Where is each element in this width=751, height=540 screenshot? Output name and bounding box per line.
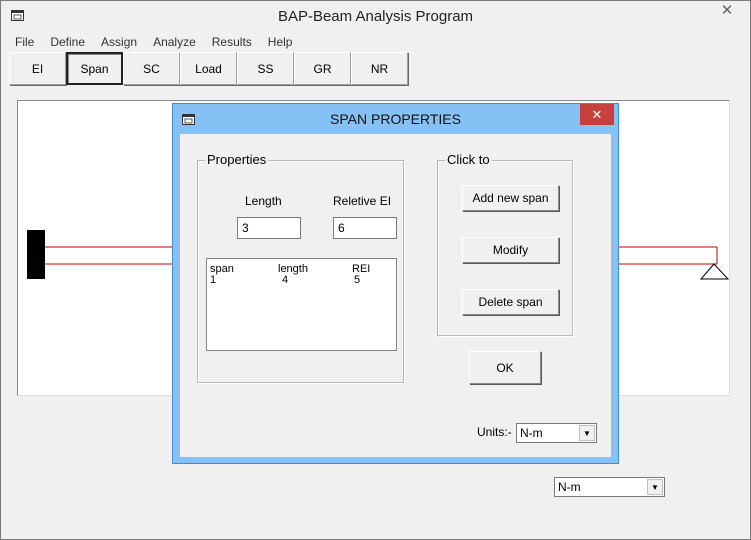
list-cell-rei: 5	[354, 274, 361, 286]
window-title: BAP-Beam Analysis Program	[277, 8, 474, 25]
dialog-title-bar: SPAN PROPERTIES ✕	[173, 104, 618, 134]
toolbar: EI Span SC Load SS GR NR	[9, 52, 408, 85]
fixed-support	[27, 230, 45, 279]
add-new-span-button[interactable]: Add new span	[462, 185, 559, 211]
main-units-value: N-m	[558, 480, 581, 494]
menu-file[interactable]: File	[5, 34, 40, 52]
relative-ei-label: Reletive EI	[333, 194, 392, 208]
list-item[interactable]: 1 4 5	[207, 274, 396, 286]
dialog-units-select[interactable]: N-m ▼	[516, 423, 597, 443]
length-label: Length	[245, 194, 282, 208]
span-properties-dialog: SPAN PROPERTIES ✕ Properties Length Rele…	[172, 103, 619, 464]
modify-button[interactable]: Modify	[462, 237, 559, 263]
menu-bar: File Define Assign Analyze Results Help	[5, 34, 298, 52]
dialog-units-value: N-m	[520, 426, 543, 440]
menu-results[interactable]: Results	[202, 34, 258, 52]
relative-ei-input[interactable]: 6	[333, 217, 397, 239]
dialog-body: Properties Length Reletive EI 3 6 span l…	[180, 134, 611, 457]
title-bar: BAP-Beam Analysis Program ✕	[1, 1, 750, 32]
toolbar-span-button[interactable]: Span	[66, 52, 123, 85]
dialog-close-button[interactable]: ✕	[580, 104, 614, 125]
ok-button[interactable]: OK	[469, 351, 541, 384]
chevron-down-icon[interactable]: ▼	[647, 479, 663, 495]
delete-span-button[interactable]: Delete span	[462, 289, 559, 315]
click-to-group-title: Click to	[445, 152, 492, 167]
toolbar-ss-button[interactable]: SS	[237, 52, 294, 85]
close-window-button[interactable]: ✕	[710, 1, 744, 21]
toolbar-gr-button[interactable]: GR	[294, 52, 351, 85]
menu-assign[interactable]: Assign	[91, 34, 143, 52]
toolbar-sc-button[interactable]: SC	[123, 52, 180, 85]
menu-help[interactable]: Help	[258, 34, 299, 52]
menu-define[interactable]: Define	[40, 34, 91, 52]
list-cell-span: 1	[210, 274, 217, 286]
toolbar-nr-button[interactable]: NR	[351, 52, 408, 85]
click-to-group: Click to Add new span Modify Delete span	[437, 152, 573, 336]
list-cell-length: 4	[282, 274, 289, 286]
span-list[interactable]: span length REI 1 4 5	[206, 258, 397, 351]
pin-support	[699, 263, 729, 280]
chevron-down-icon[interactable]: ▼	[579, 425, 595, 441]
units-label: Units:-	[477, 425, 512, 439]
properties-group-title: Properties	[205, 152, 269, 167]
dialog-title: SPAN PROPERTIES	[330, 111, 461, 127]
menu-analyze[interactable]: Analyze	[143, 34, 202, 52]
toolbar-load-button[interactable]: Load	[180, 52, 237, 85]
properties-group: Properties Length Reletive EI 3 6 span l…	[197, 152, 404, 383]
toolbar-ei-button[interactable]: EI	[9, 52, 66, 85]
main-units-select[interactable]: N-m ▼	[554, 477, 665, 497]
length-input[interactable]: 3	[237, 217, 301, 239]
